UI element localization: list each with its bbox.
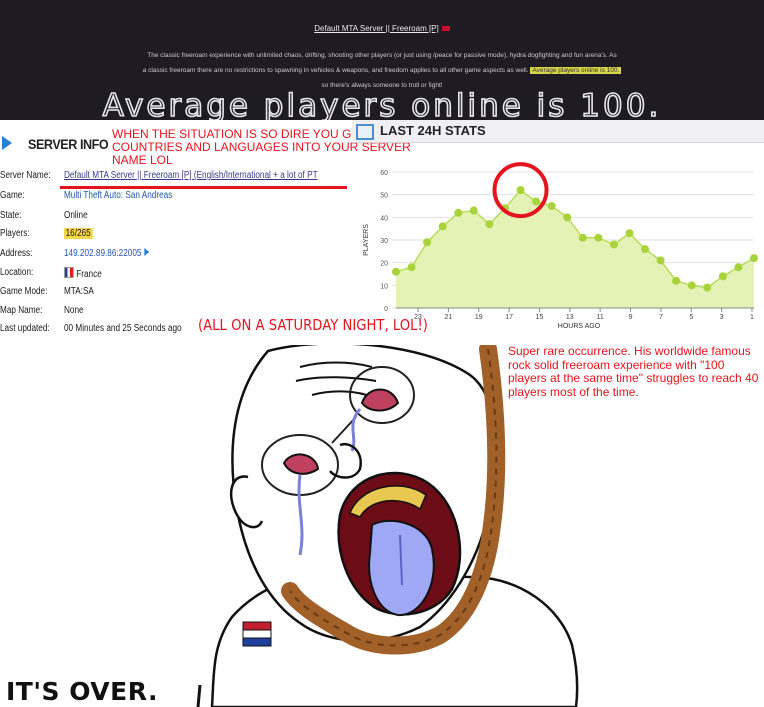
data-point — [672, 276, 681, 285]
data-point — [609, 240, 618, 249]
data-point — [734, 263, 743, 272]
zoomed-average-players-text: Average players online is 100. — [102, 87, 662, 125]
y-tick-label: 60 — [380, 170, 388, 177]
y-tick-label: 50 — [380, 193, 388, 200]
crying-wojak-noose-illustration — [196, 345, 579, 707]
row-key: Server Name: — [0, 170, 51, 181]
address-value: 149.202.89.86:22005 — [63, 248, 142, 259]
data-point — [407, 263, 416, 272]
row-key: Address: — [0, 248, 33, 259]
data-point — [516, 186, 525, 195]
players-chart: 0 10 20 30 40 50 60 23 21 19 17 15 13 11 9 7 5 3 1 HOURS AG… — [363, 162, 758, 328]
data-point — [703, 283, 712, 292]
x-tick-label: 1 — [750, 314, 754, 321]
row-key: Game: — [0, 190, 25, 201]
server-info-title: SERVER INFO — [28, 136, 109, 152]
data-point — [469, 206, 478, 215]
last-updated-value: 00 Minutes and 25 Seconds ago — [63, 323, 182, 334]
chart-window-icon — [356, 124, 374, 140]
x-tick-label: 5 — [689, 314, 693, 321]
x-tick-label: 19 — [475, 314, 483, 321]
row-key: Last updated: — [0, 323, 50, 334]
data-point — [625, 229, 634, 238]
y-tick-label: 40 — [380, 215, 388, 222]
state-value: Online — [63, 210, 88, 221]
x-tick-label: 9 — [629, 314, 633, 321]
comic-caption-note: Super rare occurrence. His worldwide fam… — [508, 344, 759, 399]
data-point — [750, 254, 758, 263]
data-point — [578, 233, 587, 242]
server-name-value[interactable]: Default MTA Server || Freeroam [P] (Engl… — [64, 170, 318, 181]
x-tick-label: 17 — [505, 314, 513, 321]
row-key: Players: — [0, 228, 30, 239]
area-fill — [396, 190, 754, 308]
y-axis-label: PLAYERS — [363, 224, 370, 256]
x-tick-label: 7 — [659, 314, 663, 321]
x-tick-label: 3 — [720, 314, 724, 321]
location-text: France — [76, 269, 102, 280]
row-key: State: — [0, 210, 22, 221]
row-key: Map Name: — [0, 305, 43, 316]
data-point — [563, 213, 572, 222]
x-tick-label: 21 — [444, 314, 452, 321]
data-point — [392, 267, 400, 276]
y-tick-label: 10 — [380, 283, 388, 290]
x-axis-label: HOURS AGO — [558, 323, 601, 328]
data-point — [438, 222, 447, 231]
description-line-2: a classic freeroam there are no restrict… — [142, 67, 529, 74]
row-key: Location: — [0, 267, 34, 278]
server-info-panel: SERVER INFO WHEN THE SITUATION IS SO DIR… — [0, 120, 764, 348]
players-value: 16/265 — [63, 228, 93, 239]
x-tick-label: 15 — [536, 314, 544, 321]
server-description: The classic freeroam experience with unl… — [0, 48, 764, 93]
data-point — [687, 281, 696, 290]
game-link[interactable]: Multi Theft Auto: San Andreas — [64, 190, 172, 201]
server-title[interactable]: Default MTA Server || Freeroam [P] — [0, 24, 764, 33]
y-tick-label: 0 — [384, 306, 388, 313]
france-flag-icon — [63, 267, 74, 278]
data-point — [547, 202, 556, 210]
stats-header: LAST 24H STATS — [352, 120, 764, 143]
wojak-comic: Super rare occurrence. His worldwide fam… — [0, 344, 764, 707]
description-line-1: The classic freeroam experience with unl… — [147, 52, 617, 59]
y-tick-label: 20 — [380, 261, 388, 268]
its-over-caption: IT'S OVER. — [6, 677, 158, 706]
data-point — [532, 197, 541, 206]
address-link[interactable]: 149.202.89.86:22005 — [64, 248, 149, 259]
x-tick-label: 11 — [597, 314, 604, 321]
data-point — [656, 256, 665, 265]
row-key: Game Mode: — [0, 286, 48, 297]
data-point — [485, 220, 494, 229]
data-point — [718, 272, 727, 281]
description-highlight: Average players online is 100. — [530, 67, 622, 74]
red-underline-annotation — [60, 186, 347, 189]
uk-flag-icon — [441, 26, 450, 32]
stats-title: LAST 24H STATS — [380, 123, 486, 138]
x-tick-label: 13 — [566, 314, 574, 321]
map-name-value: None — [63, 305, 84, 316]
x-tick-label: 23 — [414, 314, 422, 321]
y-tick-label: 30 — [380, 238, 388, 245]
data-point — [594, 233, 603, 242]
location-value: France — [63, 267, 102, 280]
server-description-banner: Default MTA Server || Freeroam [P] The c… — [0, 0, 764, 125]
connect-arrow-icon[interactable] — [143, 248, 149, 256]
server-title-text: Default MTA Server || Freeroam [P] — [314, 24, 439, 33]
arrow-icon — [2, 136, 12, 150]
data-point — [454, 208, 463, 217]
game-mode-value: MTA:SA — [63, 286, 94, 297]
data-point — [423, 238, 432, 247]
data-point — [641, 245, 650, 254]
